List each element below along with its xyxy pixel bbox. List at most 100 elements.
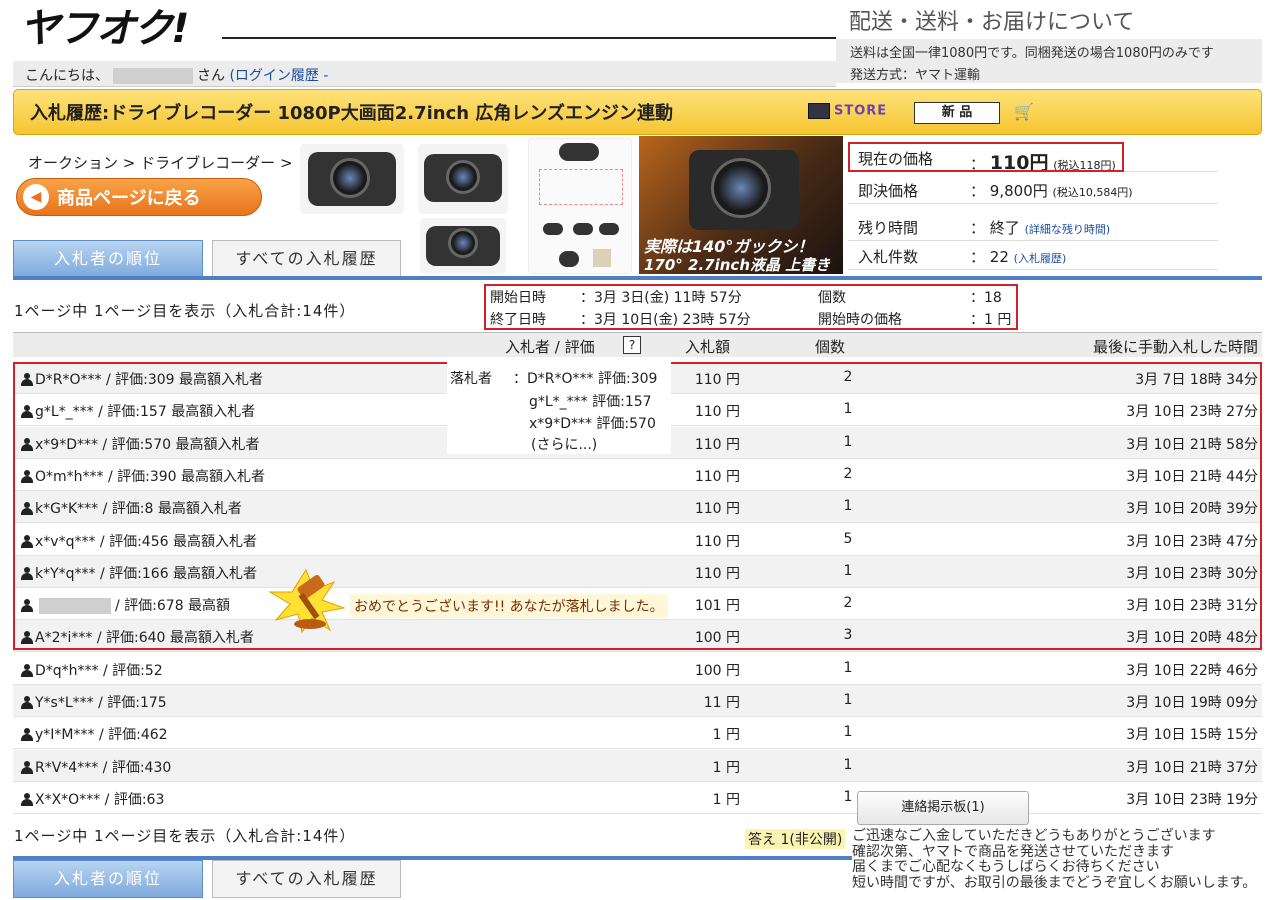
bidder-cell[interactable]: D*q*h*** / 評価:52 (21, 660, 163, 680)
login-history-link[interactable]: (ログイン履歴 - (229, 68, 328, 84)
product-thumbnail-1[interactable] (300, 144, 404, 214)
shipping-fee-text: 送料は全国一律1080円です。同梱発送の場合1080円のみです (836, 39, 1262, 61)
person-icon (21, 760, 33, 774)
breadcrumb-separator: > (122, 154, 136, 172)
greeting-suffix: さん (197, 68, 225, 84)
header-amount: 入札額 (685, 338, 731, 356)
bidder-name: y*I*M*** / 評価:462 (35, 727, 168, 744)
header-bidder: 入札者 / 評価 (505, 338, 595, 356)
page-info-top: 1ページ中 1ページ目を表示（入札合計:14件） (14, 302, 356, 320)
message-line-2: 確認次第、ヤマトで商品を発送させていただきます (852, 843, 1174, 860)
bid-table-row: D*q*h*** / 評価:52 100 円 1 3月 10日 22時 46分 (13, 653, 1262, 685)
answer-label: 答え 1(非公開) (745, 829, 846, 849)
bid-count-row: 入札件数 ： 22 (入札履歴) (848, 240, 1218, 270)
yahuoku-logo[interactable]: ヤフオク! (20, 6, 189, 52)
bid-history-link[interactable]: (入札履歴) (1014, 252, 1067, 265)
remaining-time-label: 残り時間 (858, 219, 919, 237)
times-highlight (484, 284, 1018, 330)
winning-congrats-message: おめでとうございます!! あなたが落札しました。 (350, 594, 668, 618)
bid-amount: 1 円 (712, 727, 740, 744)
bidder-name: R*V*4*** / 評価:430 (35, 759, 172, 776)
product-thumbnail-4[interactable] (528, 138, 632, 274)
bid-table-row: R*V*4*** / 評価:430 1 円 1 3月 10日 21時 37分 (13, 749, 1262, 782)
bid-table-row: Y*s*L*** / 評価:175 11 円 1 3月 10日 19時 09分 (13, 685, 1262, 717)
last-bid-time: 3月 10日 23時 19分 (1126, 791, 1258, 808)
winner-2: g*L*_*** 評価:157 (529, 394, 652, 410)
last-bid-time: 3月 10日 19時 09分 (1126, 695, 1258, 711)
bid-table-row: X*X*O*** / 評価:63 1 円 1 3月 10日 23時 19分 (13, 782, 1262, 814)
last-bid-time: 3月 10日 21時 37分 (1126, 759, 1258, 776)
seller-message: ご迅速なご入金していただきどうもありがとうございます 確認次第、ヤマトで商品を発… (852, 828, 1272, 891)
winners-more-link[interactable]: (さらに...) (531, 434, 597, 454)
product-thumbnail-2[interactable] (418, 144, 508, 214)
cart-icon[interactable]: 🛒 (1014, 102, 1034, 121)
banner-subcaption: 170° 2.7inch液晶 上書き (644, 256, 831, 274)
remaining-time-detail-link[interactable]: (詳細な残り時間) (1025, 223, 1111, 236)
bidder-cell[interactable]: X*X*O*** / 評価:63 (21, 789, 164, 809)
bidder-name: D*q*h*** / 評価:52 (35, 662, 163, 679)
arrow-left-icon: ◀ (23, 184, 49, 210)
shipping-method-text: 発送方式：ヤマト運輸 (836, 61, 1262, 83)
store-badge: STORE (808, 103, 887, 123)
header-last-bid-time: 最後に手動入札した時間 (1092, 338, 1258, 356)
bid-count-value: ： 22 (入札履歴) (970, 248, 1067, 266)
message-line-3: 届くまでご心配なくもうしばらくお待ちください (852, 859, 1160, 875)
buyout-price-label: 即決価格 (858, 182, 919, 200)
bid-amount: 100 円 (694, 662, 740, 679)
buyout-price-value: ： 9,800円 (税込10,584円) (970, 182, 1133, 200)
winners-label: 落札者 (450, 371, 492, 387)
last-bid-time: 3月 10日 22時 46分 (1126, 662, 1258, 679)
bidder-cell[interactable]: Y*s*L*** / 評価:175 (21, 692, 167, 712)
tab-bidder-ranking[interactable]: 入札者の順位 (13, 240, 203, 278)
last-bid-time: 3月 10日 15時 15分 (1126, 727, 1258, 744)
bid-quantity: 1 (843, 692, 853, 708)
help-icon[interactable]: ? (623, 336, 641, 354)
page-title: 入札履歴:ドライブレコーダー 1080P大画面2.7inch 広角レンズエンジン… (13, 89, 1262, 135)
back-to-item-button[interactable]: ◀ 商品ページに戻る (16, 178, 262, 216)
bid-amount: 1 円 (712, 759, 740, 776)
contact-board-button[interactable]: 連絡掲示板(1) (857, 791, 1029, 825)
bid-quantity: 1 (843, 724, 853, 741)
bidder-name: X*X*O*** / 評価:63 (35, 791, 165, 808)
header-rule (222, 37, 838, 39)
message-line-4: 短い時間ですが、お取引の最後までどうぞ宜しくお願いします。 (852, 874, 1257, 891)
breadcrumb-separator-2: > (279, 154, 293, 172)
tab-underline (13, 276, 1262, 280)
person-icon (21, 663, 33, 677)
store-icon (808, 103, 830, 119)
bidder-cell[interactable]: R*V*4*** / 評価:430 (21, 757, 171, 777)
bid-quantity: 1 (843, 756, 853, 773)
winners-overlay: 落札者 ：D*R*O*** 評価:309 g*L*_*** 評価:157 x*9… (447, 362, 671, 454)
header-quantity: 個数 (815, 338, 846, 356)
tab-bidder-ranking-bottom[interactable]: 入札者の順位 (13, 860, 203, 898)
bid-amount: 1 円 (712, 791, 740, 808)
page-info-bottom: 1ページ中 1ページ目を表示（入札合計:14件） (14, 827, 356, 845)
store-badge-label: STORE (834, 103, 888, 119)
breadcrumb-drive-recorder[interactable]: ドライブレコーダー (140, 154, 275, 172)
person-icon (21, 696, 33, 709)
shipping-title: 配送・送料・お届けについて (849, 10, 1135, 35)
greeting-bar: こんにちは、 さん (ログイン履歴 - (13, 61, 836, 87)
product-thumbnail-3[interactable] (420, 218, 506, 274)
person-icon (21, 792, 33, 806)
bid-count-label: 入札件数 (858, 248, 919, 266)
remaining-time-value: ： 終了 (詳細な残り時間) (970, 219, 1111, 237)
buyout-price-row: 即決価格 ： 9,800円 (税込10,584円) (848, 174, 1218, 204)
bidder-cell[interactable]: y*I*M*** / 評価:462 (21, 724, 168, 744)
tab-all-bid-history[interactable]: すべての入札履歴 (212, 240, 401, 278)
breadcrumb-auction[interactable]: オークション (28, 154, 118, 172)
current-price-highlight (848, 142, 1124, 172)
tab-all-bid-history-bottom[interactable]: すべての入札履歴 (212, 860, 401, 898)
bidder-name: Y*s*L*** / 評価:175 (35, 695, 167, 711)
message-line-1: ご迅速なご入金していただきどうもありがとうございます (852, 828, 1216, 844)
back-to-item-label: 商品ページに戻る (57, 188, 201, 209)
breadcrumb: オークション > ドライブレコーダー > (28, 152, 293, 173)
winner-1: ：D*R*O*** 評価:309 (513, 371, 658, 387)
bid-quantity: 1 (843, 659, 853, 676)
masked-username (113, 68, 193, 84)
bid-table-header: 入札者 / 評価 ? 入札額 個数 最後に手動入札した時間 (13, 332, 1262, 357)
bid-amount: 11 円 (703, 695, 740, 711)
gavel-icon (268, 568, 346, 634)
person-icon (21, 728, 33, 742)
remaining-time-row: 残り時間 ： 終了 (詳細な残り時間) (848, 211, 1218, 241)
